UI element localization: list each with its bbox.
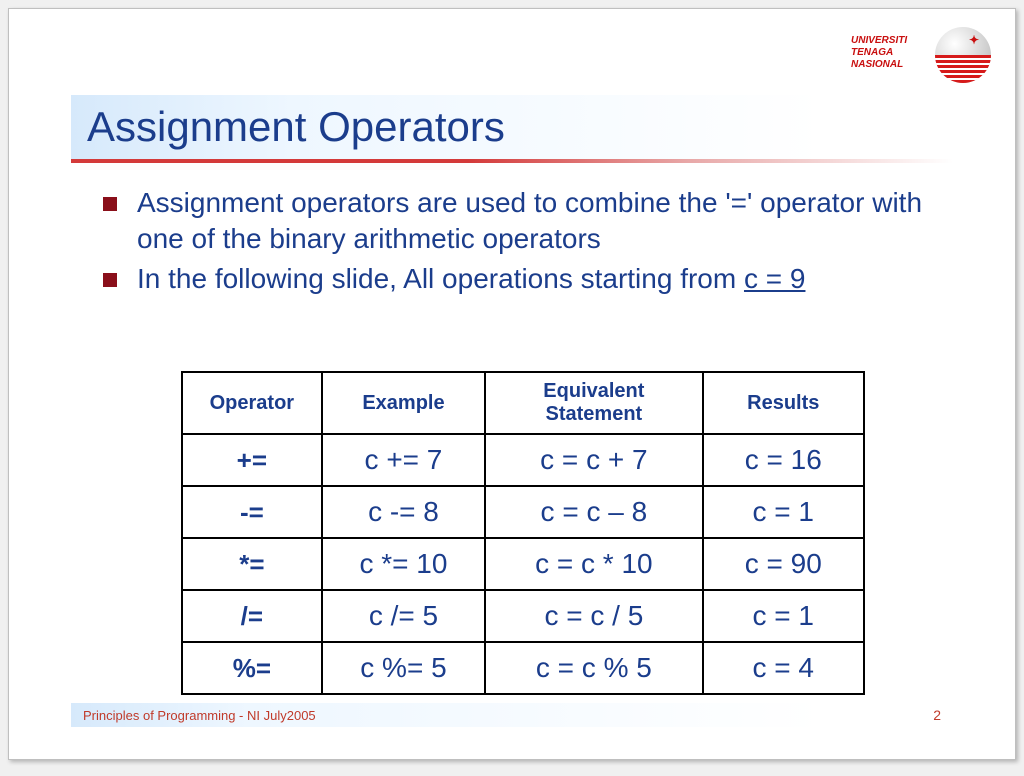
cell-result: c = 1	[703, 590, 865, 642]
flame-icon: ✦	[969, 33, 979, 47]
slide-body: Assignment operators are used to combine…	[103, 185, 931, 300]
logo-emblem-icon: ✦	[935, 27, 991, 83]
cell-result: c = 90	[703, 538, 865, 590]
cell-example: c *= 10	[322, 538, 486, 590]
bullet-item: In the following slide, All operations s…	[103, 261, 931, 297]
cell-equivalent: c = c * 10	[485, 538, 702, 590]
cell-operator: /=	[182, 590, 322, 642]
table-row: %=c %= 5c = c % 5c = 4	[182, 642, 864, 694]
title-underline	[71, 159, 953, 163]
slide: UNIVERSITI TENAGA NASIONAL ✦ Assignment …	[8, 8, 1016, 760]
bullet-text-underlined: c = 9	[744, 263, 805, 294]
operators-table-wrap: Operator Example Equivalent Statement Re…	[181, 371, 865, 695]
cell-operator: %=	[182, 642, 322, 694]
bullet-item: Assignment operators are used to combine…	[103, 185, 931, 257]
col-header-results: Results	[703, 372, 865, 434]
cell-example: c %= 5	[322, 642, 486, 694]
logo-line-1: UNIVERSITI	[851, 35, 907, 47]
title-bar: Assignment Operators	[71, 95, 953, 159]
logo-line-2: TENAGA	[851, 47, 907, 59]
operators-table: Operator Example Equivalent Statement Re…	[181, 371, 865, 695]
col-header-example: Example	[322, 372, 486, 434]
bullet-text: Assignment operators are used to combine…	[137, 187, 922, 254]
cell-result: c = 4	[703, 642, 865, 694]
slide-title: Assignment Operators	[87, 103, 505, 151]
cell-operator: +=	[182, 434, 322, 486]
table-row: *=c *= 10c = c * 10c = 90	[182, 538, 864, 590]
footer-bar: Principles of Programming - NI July2005 …	[71, 703, 953, 727]
table-row: -=c -= 8c = c – 8c = 1	[182, 486, 864, 538]
bullet-text: In the following slide, All operations s…	[137, 263, 744, 294]
table-body: +=c += 7c = c + 7c = 16-=c -= 8c = c – 8…	[182, 434, 864, 694]
cell-equivalent: c = c – 8	[485, 486, 702, 538]
cell-example: c += 7	[322, 434, 486, 486]
col-header-equivalent: Equivalent Statement	[485, 372, 702, 434]
cell-operator: -=	[182, 486, 322, 538]
footer-text: Principles of Programming - NI July2005	[83, 708, 316, 723]
table-header-row: Operator Example Equivalent Statement Re…	[182, 372, 864, 434]
logo-text: UNIVERSITI TENAGA NASIONAL	[851, 35, 907, 71]
cell-example: c -= 8	[322, 486, 486, 538]
table-row: +=c += 7c = c + 7c = 16	[182, 434, 864, 486]
cell-operator: *=	[182, 538, 322, 590]
col-header-operator: Operator	[182, 372, 322, 434]
cell-result: c = 1	[703, 486, 865, 538]
cell-equivalent: c = c + 7	[485, 434, 702, 486]
bullet-list: Assignment operators are used to combine…	[103, 185, 931, 296]
university-logo: UNIVERSITI TENAGA NASIONAL ✦	[851, 27, 991, 87]
page-number: 2	[933, 707, 941, 723]
cell-example: c /= 5	[322, 590, 486, 642]
cell-result: c = 16	[703, 434, 865, 486]
cell-equivalent: c = c % 5	[485, 642, 702, 694]
logo-line-3: NASIONAL	[851, 59, 907, 71]
table-row: /=c /= 5c = c / 5c = 1	[182, 590, 864, 642]
cell-equivalent: c = c / 5	[485, 590, 702, 642]
